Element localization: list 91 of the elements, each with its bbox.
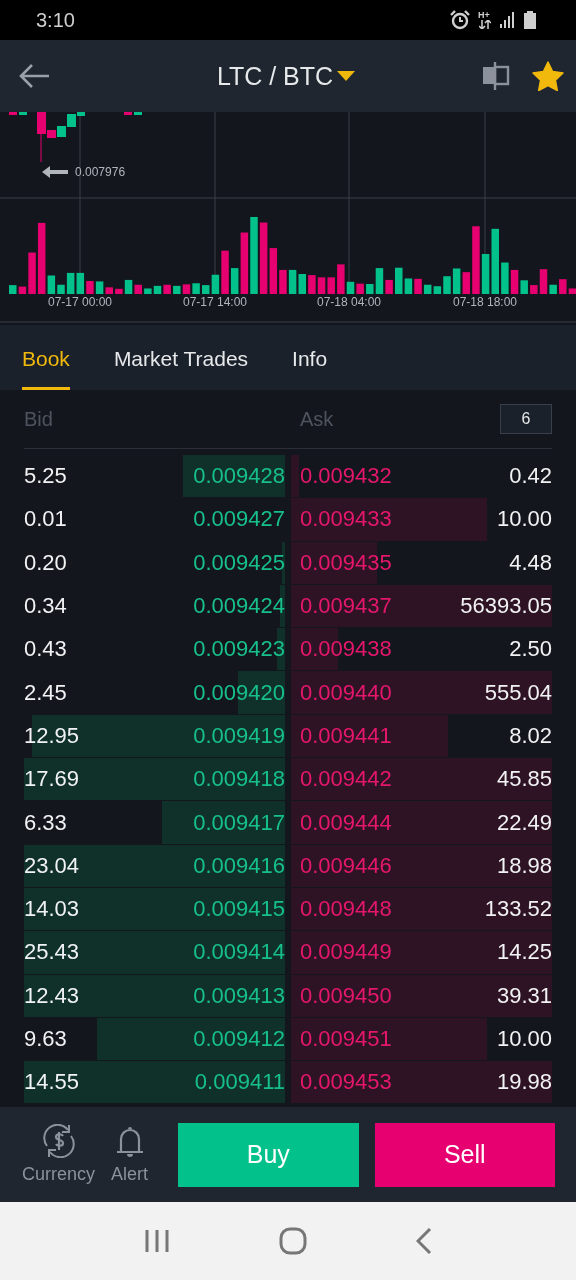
bid-amount: 0.01: [24, 506, 67, 533]
ask-amount: 39.31: [496, 982, 552, 1009]
bid-amount: 25.43: [24, 939, 80, 966]
back-arrow-icon[interactable]: [18, 63, 50, 89]
ask-amount: 45.85: [496, 766, 552, 793]
ask-price: 0.009438: [299, 636, 392, 663]
status-time: 3:10: [36, 8, 76, 32]
tab-label: Currency: [22, 1164, 96, 1185]
bid-price: 0.009413: [193, 982, 285, 1009]
time-axis-label: 07-17 14:00: [182, 295, 248, 309]
bid-amount: 14.03: [24, 896, 80, 923]
time-axis-label: 07-18 18:00: [452, 295, 518, 309]
ask-amount: 14.25: [496, 939, 552, 966]
bid-price: 0.009418: [193, 766, 285, 793]
signal-icon: [500, 12, 516, 28]
ask-price: 0.009451: [299, 1026, 392, 1052]
ask-amount: 4.48: [509, 549, 552, 576]
ask-price: 0.009442: [299, 766, 392, 793]
bid-price: 0.009419: [193, 722, 285, 749]
data-arrows-icon: [479, 20, 491, 29]
bid-amount: 0.43: [24, 636, 67, 663]
ask-price: 0.009453: [299, 1069, 392, 1096]
ask-price: 0.009437: [299, 593, 392, 620]
bid-column-header: Bid: [24, 407, 54, 431]
ask-amount: 2.50: [509, 636, 552, 663]
bid-amount: 23.04: [24, 852, 80, 879]
bid-amount: 5.25: [24, 463, 67, 490]
ask-price: 0.009433: [299, 506, 392, 533]
price-marker-arrow-icon: [42, 166, 68, 178]
bid-amount: 2.45: [24, 679, 67, 706]
bid-amount: 6.33: [24, 809, 67, 836]
bid-price: 0.009414: [193, 939, 285, 966]
bid-price: 0.009417: [193, 809, 285, 836]
price-marker-label: 0.007976: [75, 165, 126, 179]
ask-column-header: Ask: [300, 407, 334, 431]
ask-amount: 555.04: [484, 679, 552, 706]
bid-amount: 12.95: [24, 722, 80, 749]
alarm-icon: [450, 10, 470, 30]
pair-title[interactable]: LTC / BTC: [216, 61, 334, 91]
time-axis-label: 07-18 04:00: [316, 295, 382, 309]
tab[interactable]: Market Trades: [113, 328, 249, 390]
depth-selector[interactable]: 6: [500, 404, 552, 434]
ask-amount: 56393.05: [460, 593, 552, 620]
recent-apps-icon[interactable]: [144, 1229, 171, 1253]
split-view-icon[interactable]: [482, 61, 510, 91]
ask-price: 0.009448: [299, 896, 392, 923]
ask-price: 0.009446: [299, 852, 392, 879]
ask-amount: 10.00: [496, 506, 552, 533]
bid-price: 0.009428: [193, 463, 285, 490]
bid-price: 0.009424: [193, 593, 285, 620]
ask-amount: 18.98: [496, 852, 552, 879]
ask-amount: 19.98: [496, 1069, 552, 1096]
alert-tab[interactable]: Alert: [111, 1124, 149, 1185]
time-axis-label: 07-17 00:00: [47, 295, 113, 309]
tab-label: Alert: [111, 1164, 149, 1185]
currency-tab[interactable]: Currency: [22, 1124, 96, 1185]
ask-price: 0.009450: [299, 982, 392, 1009]
bid-price: 0.009415: [193, 896, 285, 923]
ask-amount: 8.02: [509, 722, 552, 749]
bid-amount: 0.20: [24, 549, 67, 576]
bid-amount: 12.43: [24, 982, 80, 1009]
bid-price: 0.009423: [193, 636, 285, 663]
ask-price: 0.009435: [299, 549, 392, 576]
battery-icon: [524, 11, 536, 29]
ask-price: 0.009449: [299, 939, 392, 966]
currency-exchange-icon: [41, 1124, 76, 1158]
bid-price: 0.009427: [193, 506, 285, 533]
sell-button[interactable]: Sell: [374, 1122, 555, 1187]
bid-amount: 17.69: [24, 766, 80, 793]
bid-price: 0.009420: [193, 679, 285, 706]
bid-amount: 14.55: [24, 1069, 80, 1096]
bid-price: 0.009425: [193, 549, 285, 576]
home-icon[interactable]: [279, 1227, 307, 1255]
ask-amount: 10.00: [496, 1026, 552, 1052]
ask-amount: 133.52: [484, 896, 552, 923]
bid-price: 0.009411: [194, 1069, 285, 1096]
bid-price: 0.009416: [193, 852, 285, 879]
back-icon[interactable]: [415, 1228, 432, 1254]
ask-price: 0.009441: [299, 722, 392, 749]
bid-amount: 0.34: [24, 593, 67, 620]
ask-amount: 0.42: [509, 463, 552, 490]
ask-amount: 22.49: [496, 809, 552, 836]
ask-price: 0.009440: [299, 679, 392, 706]
bid-price: 0.009412: [193, 1026, 285, 1052]
dropdown-caret-icon[interactable]: [337, 71, 356, 81]
network-type: H+: [478, 11, 491, 20]
ask-price: 0.009444: [299, 809, 392, 836]
tab[interactable]: Info: [292, 328, 328, 390]
bid-amount: 9.63: [24, 1026, 67, 1052]
star-icon[interactable]: [532, 61, 564, 91]
ask-price: 0.009432: [299, 463, 392, 490]
